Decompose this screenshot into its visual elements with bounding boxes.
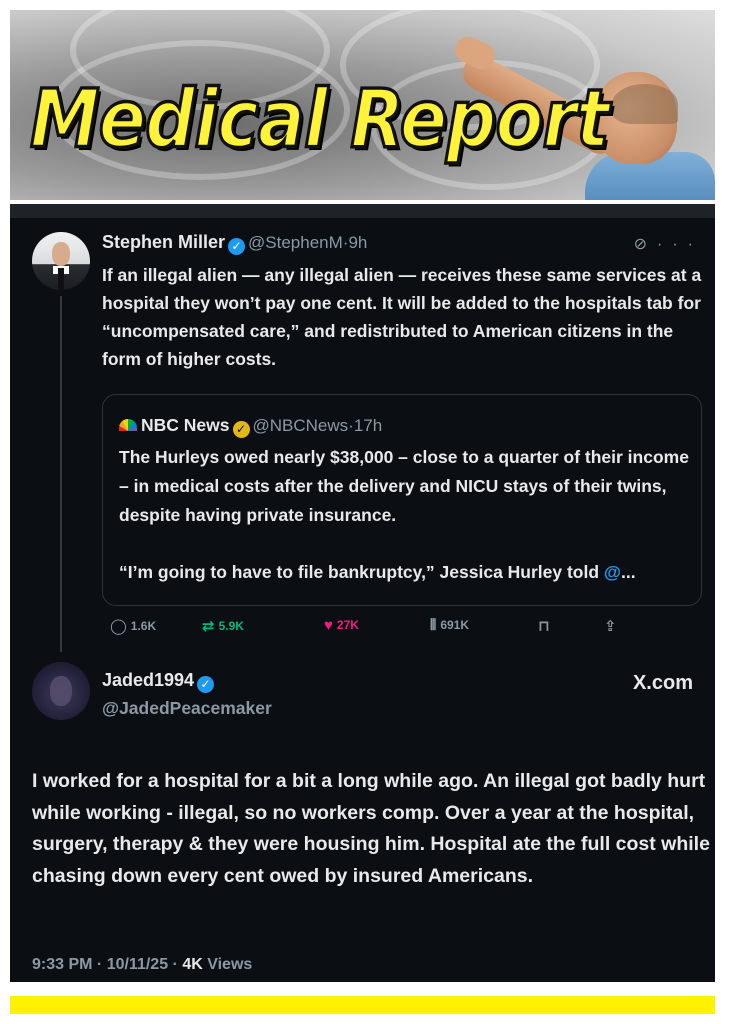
verified-badge-icon: ✓ bbox=[197, 676, 215, 693]
medical-report-banner: Medical Report bbox=[10, 10, 715, 200]
author-handle[interactable]: @StephenM bbox=[248, 233, 343, 252]
quoted-post-text: The Hurleys owed nearly $38,000 – close … bbox=[119, 443, 691, 587]
post-timestamp[interactable]: 9:33 PM · 10/11/25 · bbox=[32, 956, 182, 973]
post-time[interactable]: 9h bbox=[348, 233, 367, 252]
grok-icon[interactable]: ⊘ bbox=[634, 236, 657, 253]
avatar-figure bbox=[50, 676, 72, 706]
views-icon: ⫴ bbox=[430, 617, 437, 634]
bookmark-icon: ⊓ bbox=[538, 618, 550, 635]
avatar-face bbox=[52, 242, 70, 266]
site-label: X.com bbox=[632, 672, 693, 694]
quoted-post-header: NBC News ✓ @NBCNews·17h bbox=[119, 415, 382, 438]
bookmark-button[interactable]: ⊓ bbox=[538, 617, 554, 635]
post-meta: 9:33 PM · 10/11/25 · 4K Views bbox=[32, 956, 252, 974]
post-header: Stephen Miller ✓ @StephenM·9h bbox=[102, 232, 367, 255]
quoted-text: “I’m going to have to file bankruptcy,” … bbox=[119, 562, 604, 582]
author-name[interactable]: Stephen Miller bbox=[102, 232, 225, 252]
reply-header: Jaded1994 ✓ bbox=[102, 670, 217, 693]
views-label: Views bbox=[202, 956, 253, 973]
quoted-paragraph: The Hurleys owed nearly $38,000 – close … bbox=[119, 447, 689, 525]
reply-author-handle[interactable]: @JadedPeacemaker bbox=[102, 698, 272, 719]
views-button[interactable]: ⫴ 691K bbox=[430, 617, 469, 634]
quoted-paragraph: “I’m going to have to file bankruptcy,” … bbox=[119, 558, 691, 587]
ellipsis: ... bbox=[621, 562, 636, 582]
tweet-screenshot: Stephen Miller ✓ @StephenM·9h ⊘··· If an i… bbox=[10, 204, 715, 982]
share-button[interactable]: ⇪ bbox=[604, 617, 621, 635]
views-total: 4K bbox=[182, 956, 203, 973]
post-top-icons: ⊘··· bbox=[634, 234, 703, 254]
reply-count: 1.6K bbox=[130, 619, 157, 633]
reply-author-name[interactable]: Jaded1994 bbox=[102, 670, 194, 690]
post-actions: ◯ 1.6K ⇄ 5.9K ♥ 27K ⫴ 691K ⊓ ⇪ bbox=[102, 617, 622, 639]
reply-icon: ◯ bbox=[110, 618, 127, 635]
heart-icon: ♥ bbox=[324, 617, 333, 634]
doctor-hair bbox=[612, 84, 678, 124]
reply-text: I worked for a hospital for a bit a long… bbox=[32, 770, 710, 887]
views-count: 691K bbox=[440, 618, 469, 632]
nbc-peacock-icon bbox=[119, 419, 137, 431]
mention-link[interactable]: @ bbox=[604, 562, 621, 582]
avatar[interactable] bbox=[32, 662, 90, 720]
quoted-author-handle[interactable]: @NBCNews bbox=[253, 416, 349, 435]
avatar-tie bbox=[58, 268, 64, 290]
repost-button[interactable]: ⇄ 5.9K bbox=[202, 617, 244, 635]
share-icon: ⇪ bbox=[604, 618, 617, 635]
avatar[interactable] bbox=[32, 232, 90, 290]
post-text: If an illegal alien — any illegal alien … bbox=[102, 265, 702, 369]
quoted-post[interactable]: NBC News ✓ @NBCNews·17h The Hurleys owed n… bbox=[102, 394, 702, 606]
more-dots-icon[interactable]: ··· bbox=[657, 236, 703, 253]
repost-icon: ⇄ bbox=[202, 618, 215, 635]
repost-count: 5.9K bbox=[218, 619, 244, 633]
like-count: 27K bbox=[336, 618, 359, 632]
thread-line bbox=[60, 296, 62, 652]
yellow-footer-bar bbox=[10, 996, 715, 1014]
banner-title: Medical Report bbox=[28, 70, 610, 168]
reply-button[interactable]: ◯ 1.6K bbox=[110, 617, 156, 635]
verified-badge-icon: ✓ bbox=[228, 238, 246, 255]
verified-badge-icon: ✓ bbox=[232, 421, 250, 438]
quoted-author-name[interactable]: NBC News bbox=[141, 415, 230, 435]
quoted-post-time[interactable]: 17h bbox=[354, 416, 382, 435]
like-button[interactable]: ♥ 27K bbox=[324, 617, 359, 634]
